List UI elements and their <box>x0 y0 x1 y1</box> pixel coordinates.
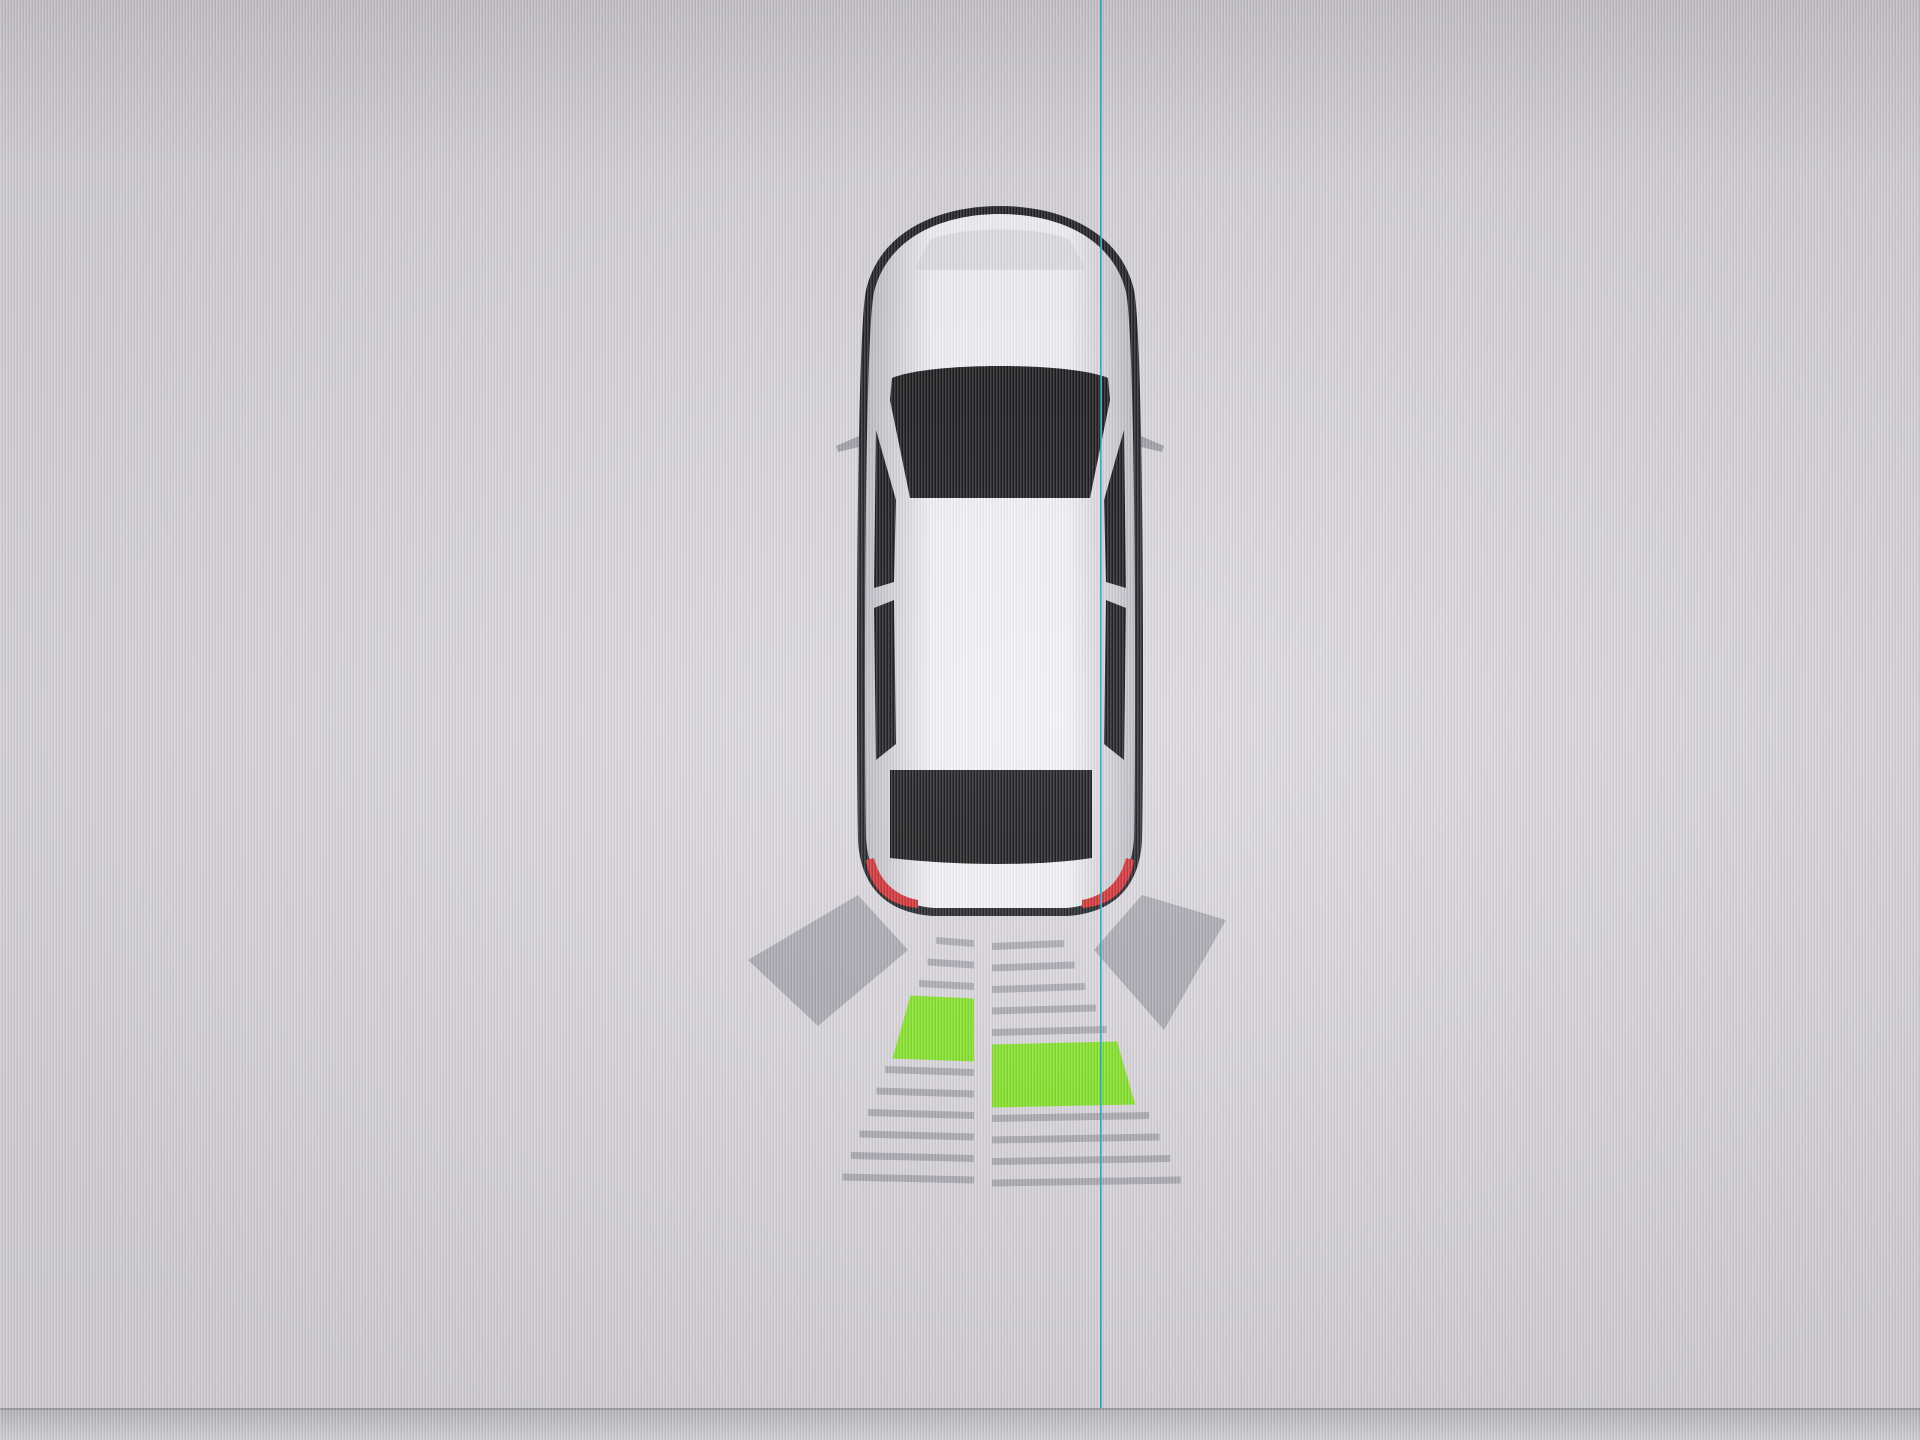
rear-sensor-zones <box>748 895 1226 1187</box>
bottom-bezel <box>0 1408 1920 1440</box>
parking-sensor-view <box>60 206 1226 1440</box>
rear-right-center-bar-12 <box>992 1176 1181 1187</box>
rear-left-center-bar-7 <box>885 1066 974 1076</box>
rear-right-center-bar-5 <box>992 1026 1107 1036</box>
rear-left-center-bar-12 <box>842 1173 974 1184</box>
rear-right-center-bar-10 <box>992 1133 1160 1144</box>
rear-right-corner-sector <box>1094 895 1226 1030</box>
rear-left-corner-sector <box>748 895 908 1026</box>
rear-left-center-bar-8 <box>876 1087 974 1098</box>
rear-left-center-bar-11 <box>851 1152 974 1162</box>
left-rear-window <box>874 600 896 760</box>
rear-left-center-bar-10 <box>859 1130 974 1141</box>
rear-left-center-bar-9 <box>868 1109 974 1119</box>
rear-left-center-bar-3 <box>919 980 974 990</box>
calibration-line <box>1100 0 1102 1440</box>
rear-left-center-bar-2 <box>927 958 974 969</box>
rear-window <box>890 770 1092 864</box>
rear-right-center-bar-2 <box>992 961 1075 972</box>
parking-sensor-screen <box>0 0 1920 1440</box>
rear-right-center-bar-4 <box>992 1004 1096 1015</box>
rear-left-center-bar-4 <box>892 995 974 1062</box>
rear-left-center-bar-1 <box>936 937 974 947</box>
rear-right-center-bar-1 <box>992 940 1064 950</box>
rear-right-center-bar-11 <box>992 1155 1171 1165</box>
right-rear-window <box>1104 600 1126 760</box>
car-top-view-icon <box>836 206 1164 916</box>
rear-right-center-bar-9 <box>992 1112 1149 1122</box>
windshield <box>890 366 1110 498</box>
rear-right-center-bar-6 <box>992 1041 1136 1108</box>
rear-right-center-bar-3 <box>992 983 1086 993</box>
